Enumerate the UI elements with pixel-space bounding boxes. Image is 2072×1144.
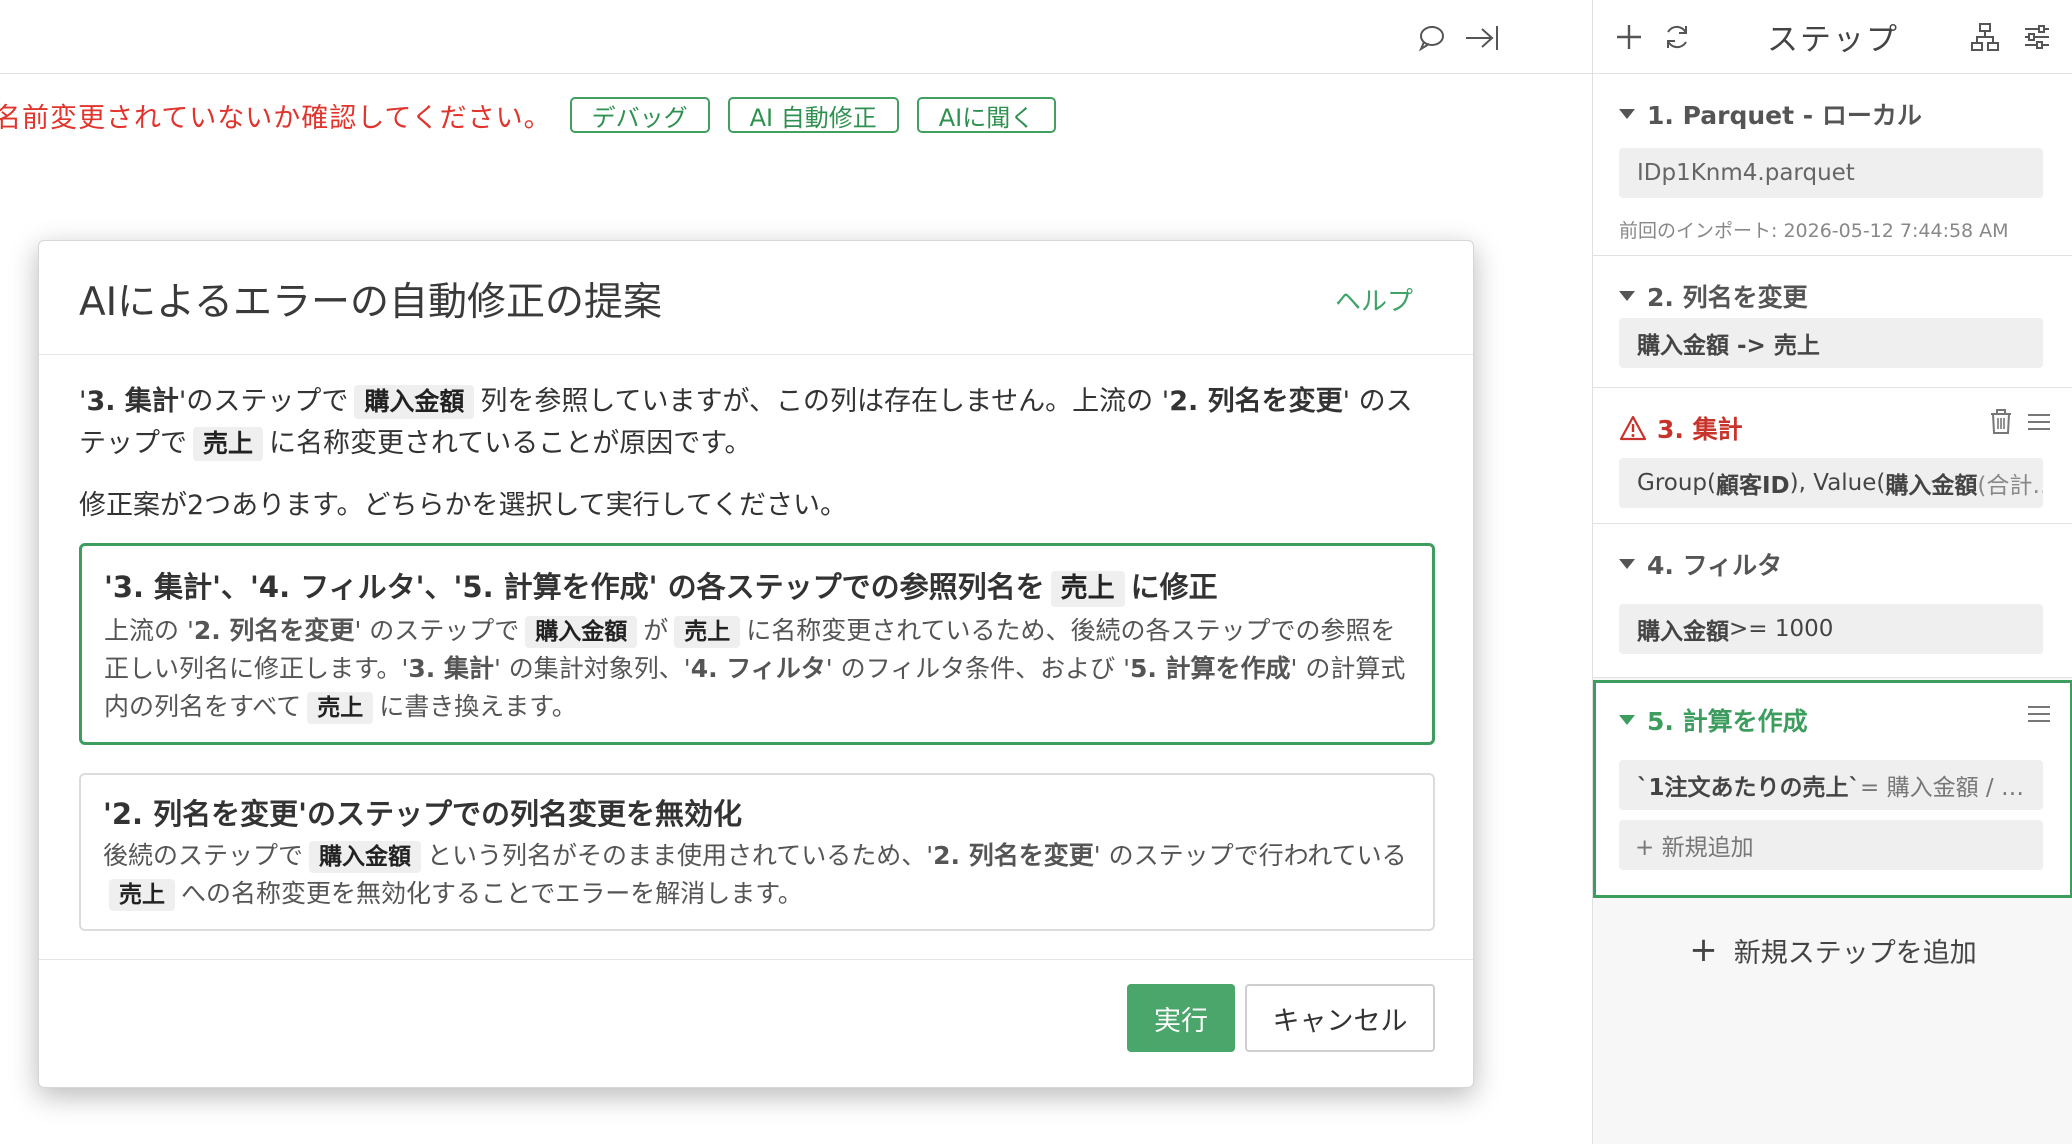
column-code: 売上 (1050, 571, 1125, 607)
step-title: 2. 列名を変更 (1647, 283, 1808, 312)
step-detail[interactable]: `1注文あたりの売上` = 購入金額 / … (1619, 760, 2043, 810)
column-code: 売上 (193, 427, 264, 461)
flow-icon[interactable] (1965, 17, 2005, 57)
menu-icon[interactable] (2023, 406, 2055, 438)
run-button[interactable]: 実行 (1127, 984, 1235, 1052)
menu-icon[interactable] (2023, 698, 2055, 730)
steps-panel: ステップ 1. Parquet - ローカル IDp1Knm4.parquet … (1592, 0, 2072, 1144)
trash-icon[interactable] (1985, 406, 2017, 438)
dialog-header: AIによるエラーの自動修正の提案 ヘルプ (39, 241, 1473, 355)
main-area: 名前変更されていないか確認してください。 デバッグ AI 自動修正 AIに聞く … (0, 0, 1592, 1144)
column-code: 売上 (307, 692, 374, 724)
column-code: 購入金額 (309, 841, 422, 873)
dialog-body: '3. 集計'のステップで 購入金額 列を参照していますが、この列は存在しません。上… (79, 381, 1435, 527)
fix-option-rename-references[interactable]: '3. 集計'、'4. フィルタ'、'5. 計算を作成' の各ステップでの参照列… (79, 543, 1435, 745)
option-title: '3. 集計'、'4. フィルタ'、'5. 計算を作成' の各ステップでの参照列… (104, 564, 1218, 607)
step-item-3[interactable]: 3. 集計 Group(顧客ID), Value(購入金額 (合計… (1593, 388, 2072, 524)
step-header[interactable]: 2. 列名を変更 (1619, 278, 1808, 314)
refresh-icon[interactable] (1657, 17, 1697, 57)
error-explanation: '3. 集計'のステップで 購入金額 列を参照していますが、この列は存在しません。上… (79, 385, 1413, 461)
caret-down-icon (1619, 291, 1635, 301)
step-item-1[interactable]: 1. Parquet - ローカル IDp1Knm4.parquet 前回のイン… (1593, 74, 2072, 256)
main-toolbar (0, 0, 1592, 74)
column-code: 購入金額 (354, 385, 475, 419)
step-item-5[interactable]: 5. 計算を作成 `1注文あたりの売上` = 購入金額 / … + 新規追加 (1593, 680, 2072, 898)
help-link[interactable]: ヘルプ (1335, 281, 1413, 318)
ai-fix-dialog: AIによるエラーの自動修正の提案 ヘルプ '3. 集計'のステップで 購入金額 列を… (38, 240, 1474, 1088)
add-new-item-button[interactable]: + 新規追加 (1619, 820, 2043, 870)
step-detail[interactable]: Group(顧客ID), Value(購入金額 (合計… (1619, 458, 2043, 508)
fix-option-disable-rename[interactable]: '2. 列名を変更'のステップでの列名変更を無効化 後続のステップで 購入金額 とい… (79, 773, 1435, 931)
step-detail[interactable]: IDp1Knm4.parquet (1619, 148, 2043, 198)
dialog-title: AIによるエラーの自動修正の提案 (79, 280, 663, 325)
step-detail[interactable]: 購入金額 -> 売上 (1619, 318, 2043, 368)
error-bar: 名前変更されていないか確認してください。 デバッグ AI 自動修正 AIに聞く (0, 92, 1057, 138)
ai-autofix-button[interactable]: AI 自動修正 (727, 97, 899, 133)
ask-ai-button[interactable]: AIに聞く (916, 97, 1057, 133)
steps-header: ステップ (1593, 0, 2072, 74)
step-ref: 2. 列名を変更 (1169, 386, 1343, 417)
cancel-button[interactable]: キャンセル (1245, 984, 1435, 1052)
step-title: 1. Parquet - ローカル (1647, 101, 1922, 130)
step-header[interactable]: 5. 計算を作成 (1619, 702, 1808, 738)
dialog-footer: 実行 キャンセル (39, 959, 1473, 1087)
caret-down-icon (1619, 559, 1635, 569)
warning-icon (1619, 415, 1647, 441)
comment-icon[interactable] (1412, 18, 1452, 58)
plus-icon[interactable] (1609, 17, 1649, 57)
column-code: 売上 (109, 879, 175, 911)
step-title: 4. フィルタ (1647, 551, 1783, 580)
column-code: 購入金額 (525, 616, 638, 648)
caret-down-icon (1619, 715, 1635, 725)
collapse-right-icon[interactable] (1462, 18, 1502, 58)
step-ref: 3. 集計 (86, 386, 179, 417)
option-title: '2. 列名を変更'のステップでの列名変更を無効化 (103, 797, 743, 831)
last-import-time: 前回のインポート: 2026-05-12 7:44:58 AM (1619, 220, 2009, 242)
debug-button[interactable]: デバッグ (569, 97, 710, 133)
step-header[interactable]: 4. フィルタ (1619, 546, 1782, 582)
choose-instruction: 修正案が2つあります。どちらかを選択して実行してください。 (79, 490, 848, 521)
step-header[interactable]: 1. Parquet - ローカル (1619, 96, 1922, 132)
step-header[interactable]: 3. 集計 (1619, 410, 1743, 446)
step-title: 5. 計算を作成 (1647, 707, 1808, 736)
option-description: 上流の '2. 列名を変更' のステップで 購入金額が売上 に名称変更されているため… (104, 612, 1414, 726)
add-new-step-label: 新規ステップを追加 (1733, 937, 1977, 969)
option-description: 後続のステップで 購入金額 という列名がそのまま使用されているため、'2. 列名を変… (103, 837, 1413, 913)
caret-down-icon (1619, 109, 1635, 119)
error-message: 名前変更されていないか確認してください。 (0, 102, 552, 134)
settings-icon[interactable] (2017, 17, 2057, 57)
plus-icon: + (1689, 930, 1718, 970)
column-code: 売上 (674, 616, 741, 648)
step-detail[interactable]: 購入金額 >= 1000 (1619, 604, 2043, 654)
step-item-4[interactable]: 4. フィルタ 購入金額 >= 1000 (1593, 524, 2072, 678)
add-new-step-button[interactable]: + 新規ステップを追加 (1593, 924, 2072, 976)
steps-title: ステップ (1767, 22, 1899, 58)
step-title: 3. 集計 (1657, 415, 1743, 444)
step-item-2[interactable]: 2. 列名を変更 購入金額 -> 売上 (1593, 256, 2072, 388)
